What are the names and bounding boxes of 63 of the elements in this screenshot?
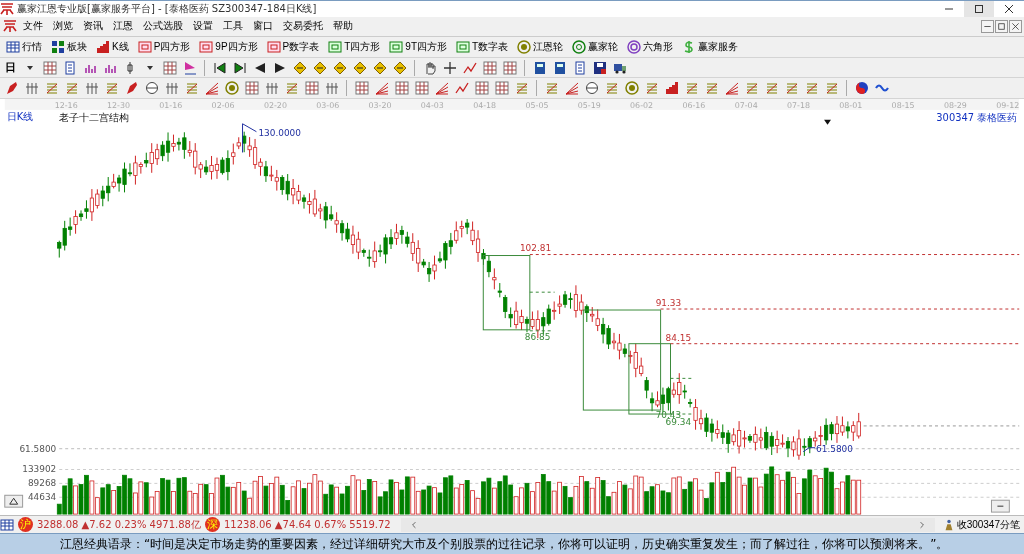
date-label: 08-01 bbox=[839, 101, 863, 111]
toolbar-button[interactable]: 板块 bbox=[48, 39, 90, 54]
menu-item[interactable]: 设置 bbox=[189, 18, 217, 35]
date-label: 03-06 bbox=[316, 101, 340, 111]
date-label: 04-18 bbox=[473, 101, 497, 111]
menu-item[interactable]: 窗口 bbox=[249, 18, 277, 35]
date-label: 09-12 bbox=[996, 101, 1020, 111]
date-label: 05-05 bbox=[525, 101, 549, 111]
menu-item[interactable]: 帮助 bbox=[329, 18, 357, 35]
date-label: 05-19 bbox=[577, 101, 601, 111]
high-price-label: 130.0000 bbox=[258, 127, 301, 138]
date-label: 12-16 bbox=[54, 101, 78, 111]
volume-axis-label: 133902 bbox=[22, 464, 57, 475]
date-label: 12-30 bbox=[107, 101, 130, 111]
date-label: 02-20 bbox=[263, 101, 287, 111]
toolbar-button[interactable]: K线 bbox=[93, 39, 132, 54]
date-label: 04-03 bbox=[420, 101, 444, 111]
date-label: 07-04 bbox=[734, 101, 758, 111]
toolbar-button[interactable]: T四方形 bbox=[325, 39, 384, 54]
date-label: 06-16 bbox=[682, 101, 706, 111]
volume-axis-label: 44634 bbox=[27, 492, 57, 503]
menu-item[interactable]: 文件 bbox=[19, 18, 47, 35]
toolbar-button[interactable]: 9P四方形 bbox=[196, 39, 261, 54]
study-title: 老子十二宫结构 bbox=[59, 112, 130, 124]
date-label: 07-18 bbox=[787, 101, 810, 111]
date-label: 01-16 bbox=[159, 101, 183, 111]
toolbar-button[interactable]: 六角形 bbox=[624, 39, 677, 54]
toolbar-button[interactable]: T数字表 bbox=[453, 39, 512, 54]
menu-item[interactable]: 江恩 bbox=[109, 18, 137, 35]
ticks-button[interactable]: 收300347分笔 bbox=[938, 517, 1024, 532]
menu-item[interactable]: 资讯 bbox=[79, 18, 107, 35]
toolbar-button[interactable]: 江恩轮 bbox=[514, 39, 567, 54]
level-label: 84.15 bbox=[665, 333, 692, 343]
toolbar-button[interactable]: 行情 bbox=[3, 39, 45, 54]
period-button[interactable]: 日 bbox=[3, 60, 18, 76]
toolbar-button[interactable]: 赢家服务 bbox=[679, 39, 742, 54]
quote-ticker: 江恩经典语录：“时间是决定市场走势的重要因素，经过详细研究大市及个别股票的过往记录，你将可以证明，历史确实重复发生；而了解过往，你将可以预测将来。”。 bbox=[0, 533, 1024, 554]
level-label: 102.81 bbox=[519, 242, 552, 253]
date-label: 03-20 bbox=[368, 101, 392, 111]
market-badge: 沪 bbox=[18, 517, 33, 533]
menu-item[interactable]: 浏览 bbox=[49, 18, 77, 35]
window-title: 赢家江恩专业版[赢家服务平台] - [泰格医药 SZ300347-184日K线] bbox=[17, 2, 317, 16]
volume-axis-label: 89268 bbox=[27, 478, 57, 489]
menu-item[interactable]: 交易委托 bbox=[279, 18, 327, 35]
low-price-label: 61.5800 bbox=[816, 443, 853, 454]
stock-code-name: 300347 泰格医药 bbox=[936, 112, 1018, 124]
index-quote: 3288.08 ▲7.62 0.23% 4971.88亿 bbox=[37, 517, 201, 532]
index-quote: 11238.06 ▲74.64 0.67% 5519.72 bbox=[223, 519, 391, 531]
level-label: 86.85 bbox=[524, 332, 551, 342]
toolbar-button[interactable]: 9T四方形 bbox=[386, 39, 451, 54]
date-label: 06-02 bbox=[630, 101, 654, 111]
toolbar-button[interactable]: P四方形 bbox=[134, 39, 194, 54]
toolbar-button[interactable]: 赢家轮 bbox=[569, 39, 622, 54]
market-badge: 深 bbox=[204, 517, 220, 533]
menu-item[interactable]: 公式选股 bbox=[139, 18, 187, 35]
date-label: 08-29 bbox=[943, 101, 967, 111]
date-label: 02-06 bbox=[211, 101, 235, 111]
date-label: 08-15 bbox=[891, 101, 915, 111]
menu-item[interactable]: 工具 bbox=[219, 18, 247, 35]
level-label: 91.33 bbox=[655, 298, 682, 309]
toolbar-button[interactable]: P数字表 bbox=[263, 39, 323, 54]
period-label: 日K线 bbox=[6, 111, 34, 123]
price-axis-label: 61.5800 bbox=[19, 443, 57, 454]
